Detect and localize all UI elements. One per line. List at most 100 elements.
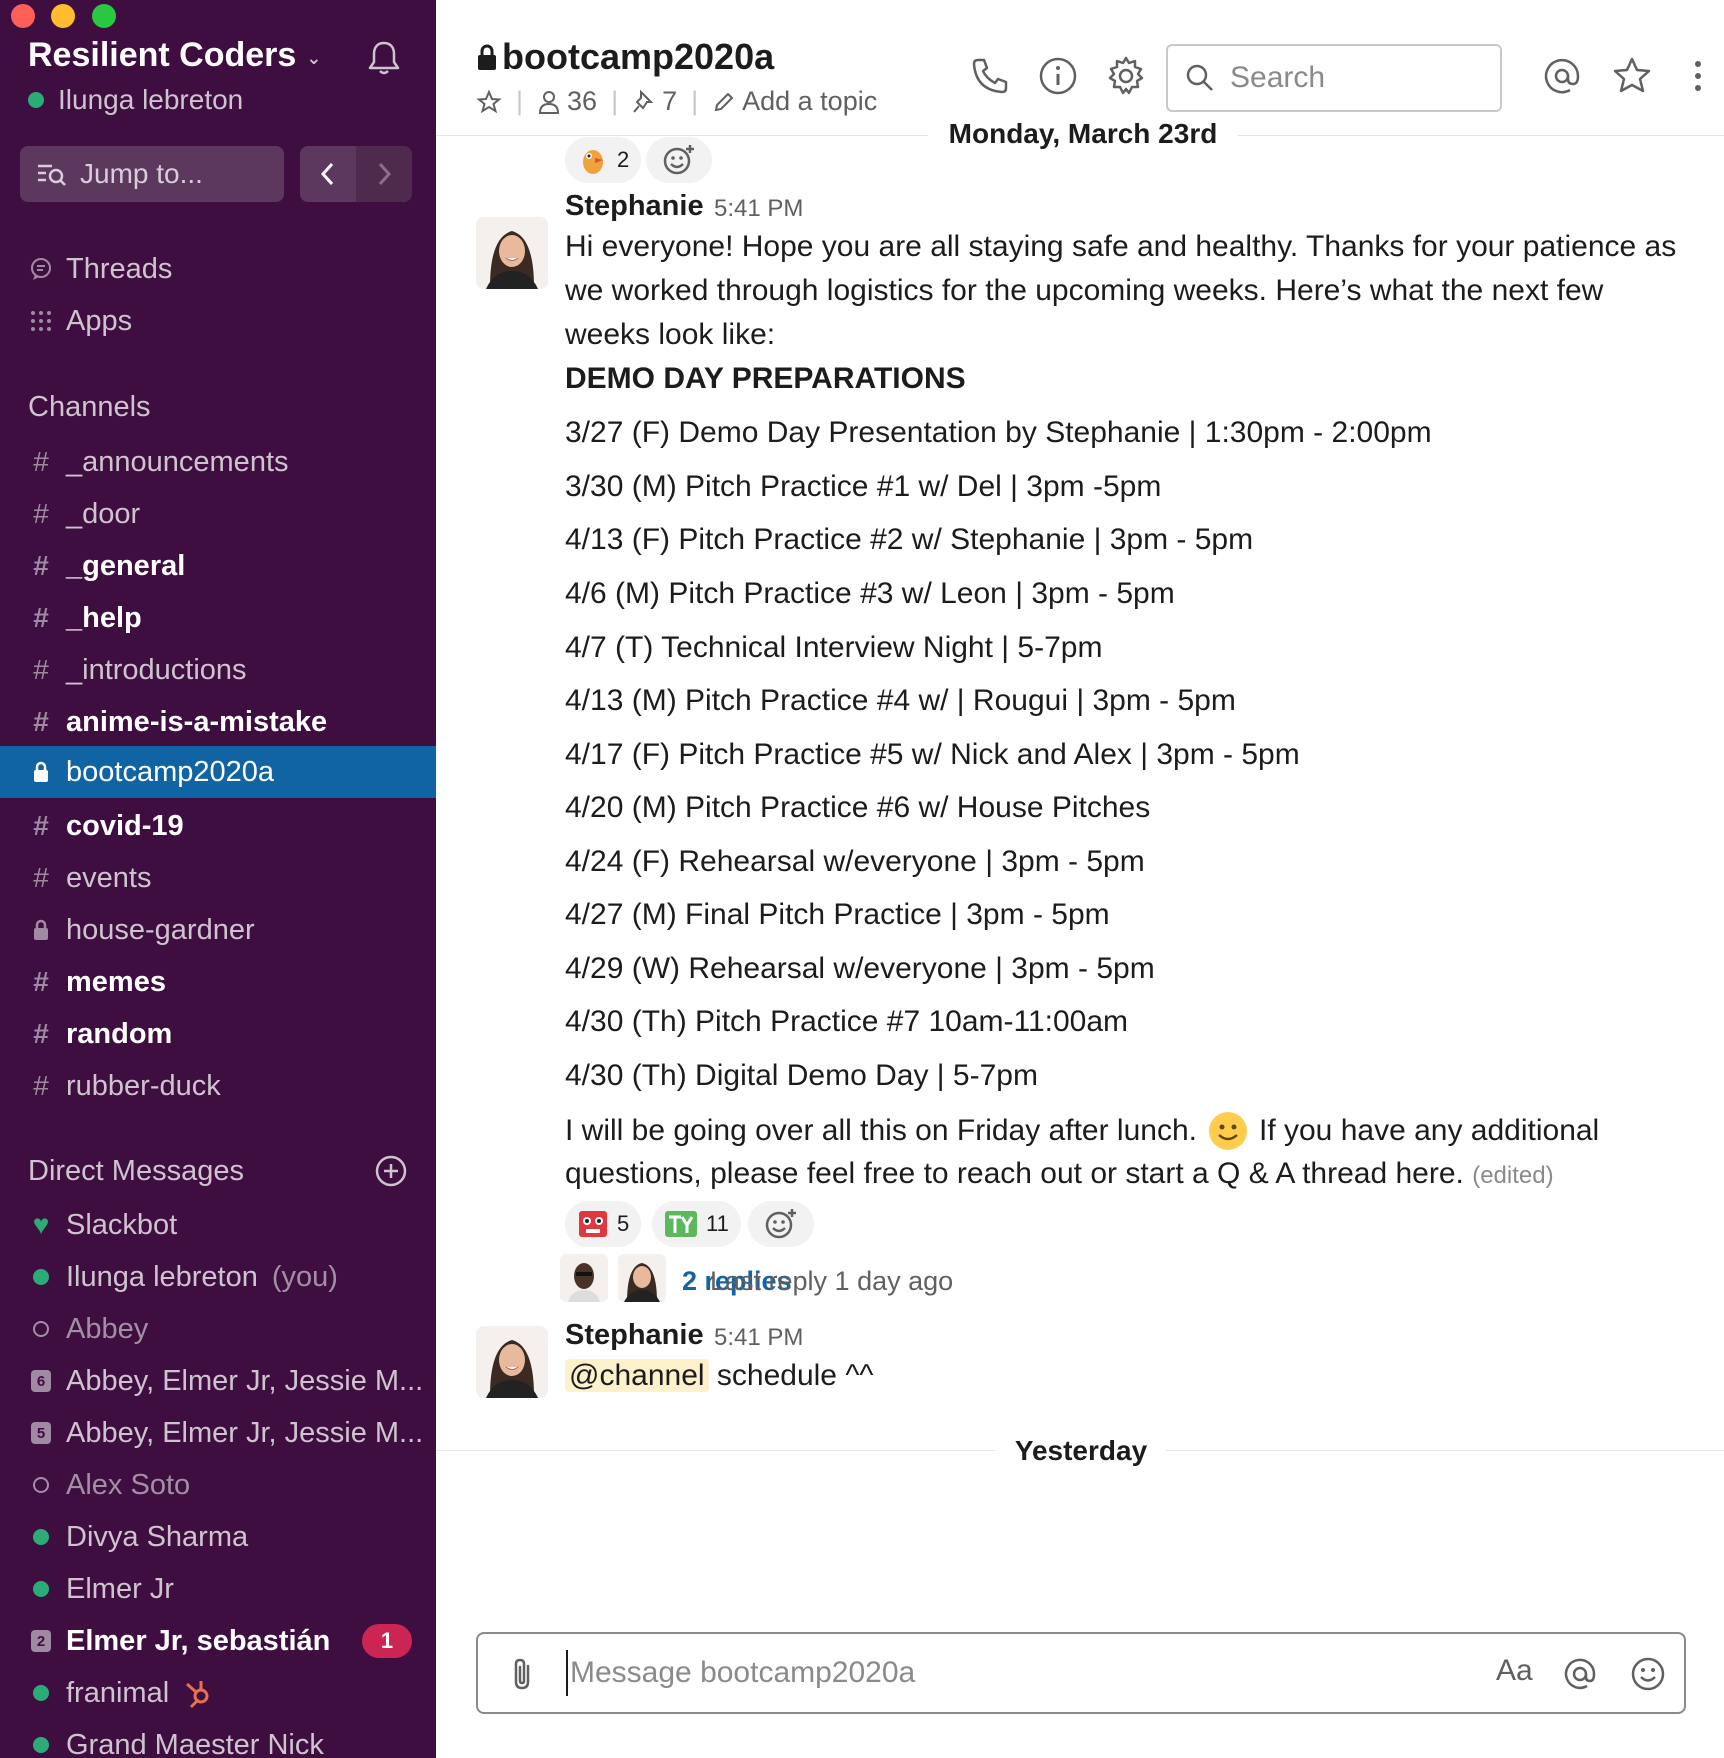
star-icon[interactable] [1610,54,1654,98]
channel-announcements[interactable]: # _announcements [0,436,436,488]
history-forward-button[interactable] [356,146,412,202]
channel-bootcamp2020a[interactable]: bootcamp2020a [0,746,436,798]
away-status-icon [28,1477,54,1493]
add-reaction-button[interactable] [646,137,712,183]
closing-line: questions, please feel free to reach out… [565,1154,1554,1196]
dm-alex-soto[interactable]: Alex Soto [0,1459,436,1511]
channel-memes[interactable]: # memes [0,956,436,1008]
channel-random[interactable]: # random [0,1008,436,1060]
members-button[interactable]: 36 [537,86,597,117]
channel-anime-is-a-mistake[interactable]: # anime-is-a-mistake [0,696,436,748]
hash-icon: # [33,966,49,997]
heart-icon: ♥ [32,1209,50,1240]
dm-label: Abbey, Elmer Jr, Jessie M... [66,1416,424,1449]
channel-label: _general [66,549,186,582]
avatar[interactable] [618,1254,666,1302]
dm-label: Abbey [66,1312,149,1345]
online-status-icon [28,1269,54,1285]
message-sender[interactable]: Stephanie [565,1319,704,1352]
bell-icon[interactable] [364,38,404,78]
schedule-line: 4/30 (Th) Pitch Practice #7 10am-11:00am [565,1005,1129,1038]
pins-button[interactable]: 7 [632,86,677,117]
channels-section-heading[interactable]: Channels [28,391,151,424]
workspace-menu[interactable]: Resilient Coders ⌄ [28,36,321,75]
avatar[interactable] [560,1254,608,1302]
format-toggle-button[interactable]: Aa [1496,1654,1533,1688]
user-status[interactable]: Ilunga lebreton [28,84,243,116]
window-minimize-button[interactable] [51,4,75,28]
jump-to-button[interactable]: Jump to... [20,146,284,202]
avatar[interactable] [476,217,548,289]
message-list[interactable]: 2 Stephanie 5:41 PM Hi everyone! Hope yo… [436,137,1724,1625]
dm-self[interactable]: Ilunga lebreton (you) [0,1251,436,1303]
mention-icon[interactable] [1560,1654,1600,1694]
dm-group-5[interactable]: 5 Abbey, Elmer Jr, Jessie M... [0,1407,436,1459]
channel-help[interactable]: # _help [0,592,436,644]
window-zoom-button[interactable] [92,4,116,28]
schedule-line: 4/30 (Th) Digital Demo Day | 5-7pm [565,1059,1038,1092]
thread-last-reply: Last reply 1 day ago [710,1266,954,1296]
pin-icon [633,89,654,113]
history-back-button[interactable] [300,146,356,202]
gear-icon[interactable] [1104,54,1148,98]
window-close-button[interactable] [11,4,35,28]
channel-general[interactable]: # _general [0,540,436,592]
dm-grand-maester-nick[interactable]: Grand Maester Nick [0,1719,436,1758]
channel-house-gardner[interactable]: house-gardner [0,904,436,956]
chevron-down-icon: ⌄ [306,48,322,68]
message-timestamp[interactable]: 5:41 PM [714,195,803,223]
sidebar-item-threads[interactable]: Threads [0,243,436,295]
dm-franimal[interactable]: franimal [0,1667,436,1719]
reaction-chip[interactable]: 11 [652,1201,741,1247]
paperclip-icon[interactable] [502,1654,542,1694]
dm-section-heading[interactable]: Direct Messages [28,1155,244,1188]
message-timestamp[interactable]: 5:41 PM [714,1324,803,1352]
message-text: @channel schedule ^^ [565,1356,873,1396]
add-topic-button[interactable]: Add a topic [712,86,877,117]
dm-elmer-jr[interactable]: Elmer Jr [0,1563,436,1615]
phone-icon[interactable] [968,54,1012,98]
dm-label: Slackbot [66,1208,178,1241]
dm-divya-sharma[interactable]: Divya Sharma [0,1511,436,1563]
dm-group-6[interactable]: 6 Abbey, Elmer Jr, Jessie M... [0,1355,436,1407]
sidebar-item-label: Threads [66,252,173,285]
add-dm-icon[interactable] [374,1154,408,1188]
dm-abbey[interactable]: Abbey [0,1303,436,1355]
channel-events[interactable]: # events [0,852,436,904]
add-emoji-icon [663,145,694,175]
mentions-icon[interactable] [1540,54,1584,98]
member-count: 36 [567,86,598,116]
channel-label: random [66,1017,173,1050]
dm-label: Elmer Jr, sebastián [66,1624,331,1657]
online-status-icon [28,92,44,108]
channel-label: _help [66,601,142,634]
you-suffix: (you) [271,1260,338,1293]
avatar[interactable] [476,1326,548,1398]
message-sender[interactable]: Stephanie [565,190,704,223]
channel-introductions[interactable]: # _introductions [0,644,436,696]
channel-rubber-duck[interactable]: # rubber-duck [0,1060,436,1112]
yesterday-divider[interactable]: Yesterday [996,1435,1166,1467]
slightly-smiling-emoji-icon [1208,1112,1247,1150]
channel-door[interactable]: # _door [0,488,436,540]
channel-covid-19[interactable]: # covid-19 [0,800,436,852]
add-reaction-button[interactable] [748,1201,814,1247]
more-options-icon[interactable] [1676,54,1720,98]
channel-mention[interactable]: @channel [565,1359,709,1392]
reaction-chip[interactable]: 5 [565,1201,642,1247]
search-input[interactable]: Search [1166,44,1502,112]
dm-slackbot[interactable]: ♥ Slackbot [0,1199,436,1251]
sidebar-item-apps[interactable]: Apps [0,295,436,347]
info-icon[interactable] [1036,54,1080,98]
reaction-chip[interactable]: 2 [565,137,642,183]
star-icon[interactable] [476,88,502,115]
emoji-icon[interactable] [1628,1654,1668,1694]
channel-label: anime-is-a-mistake [66,705,328,738]
hash-icon: # [33,550,49,581]
online-status-icon [28,1737,54,1753]
closing-line: I will be going over all this on Friday … [565,1110,1599,1152]
closing-text: questions, please feel free to reach out… [565,1157,1464,1190]
chevron-right-icon [378,162,392,186]
message-input[interactable] [566,1650,1446,1696]
channel-title[interactable]: bootcamp2020a [476,36,774,78]
